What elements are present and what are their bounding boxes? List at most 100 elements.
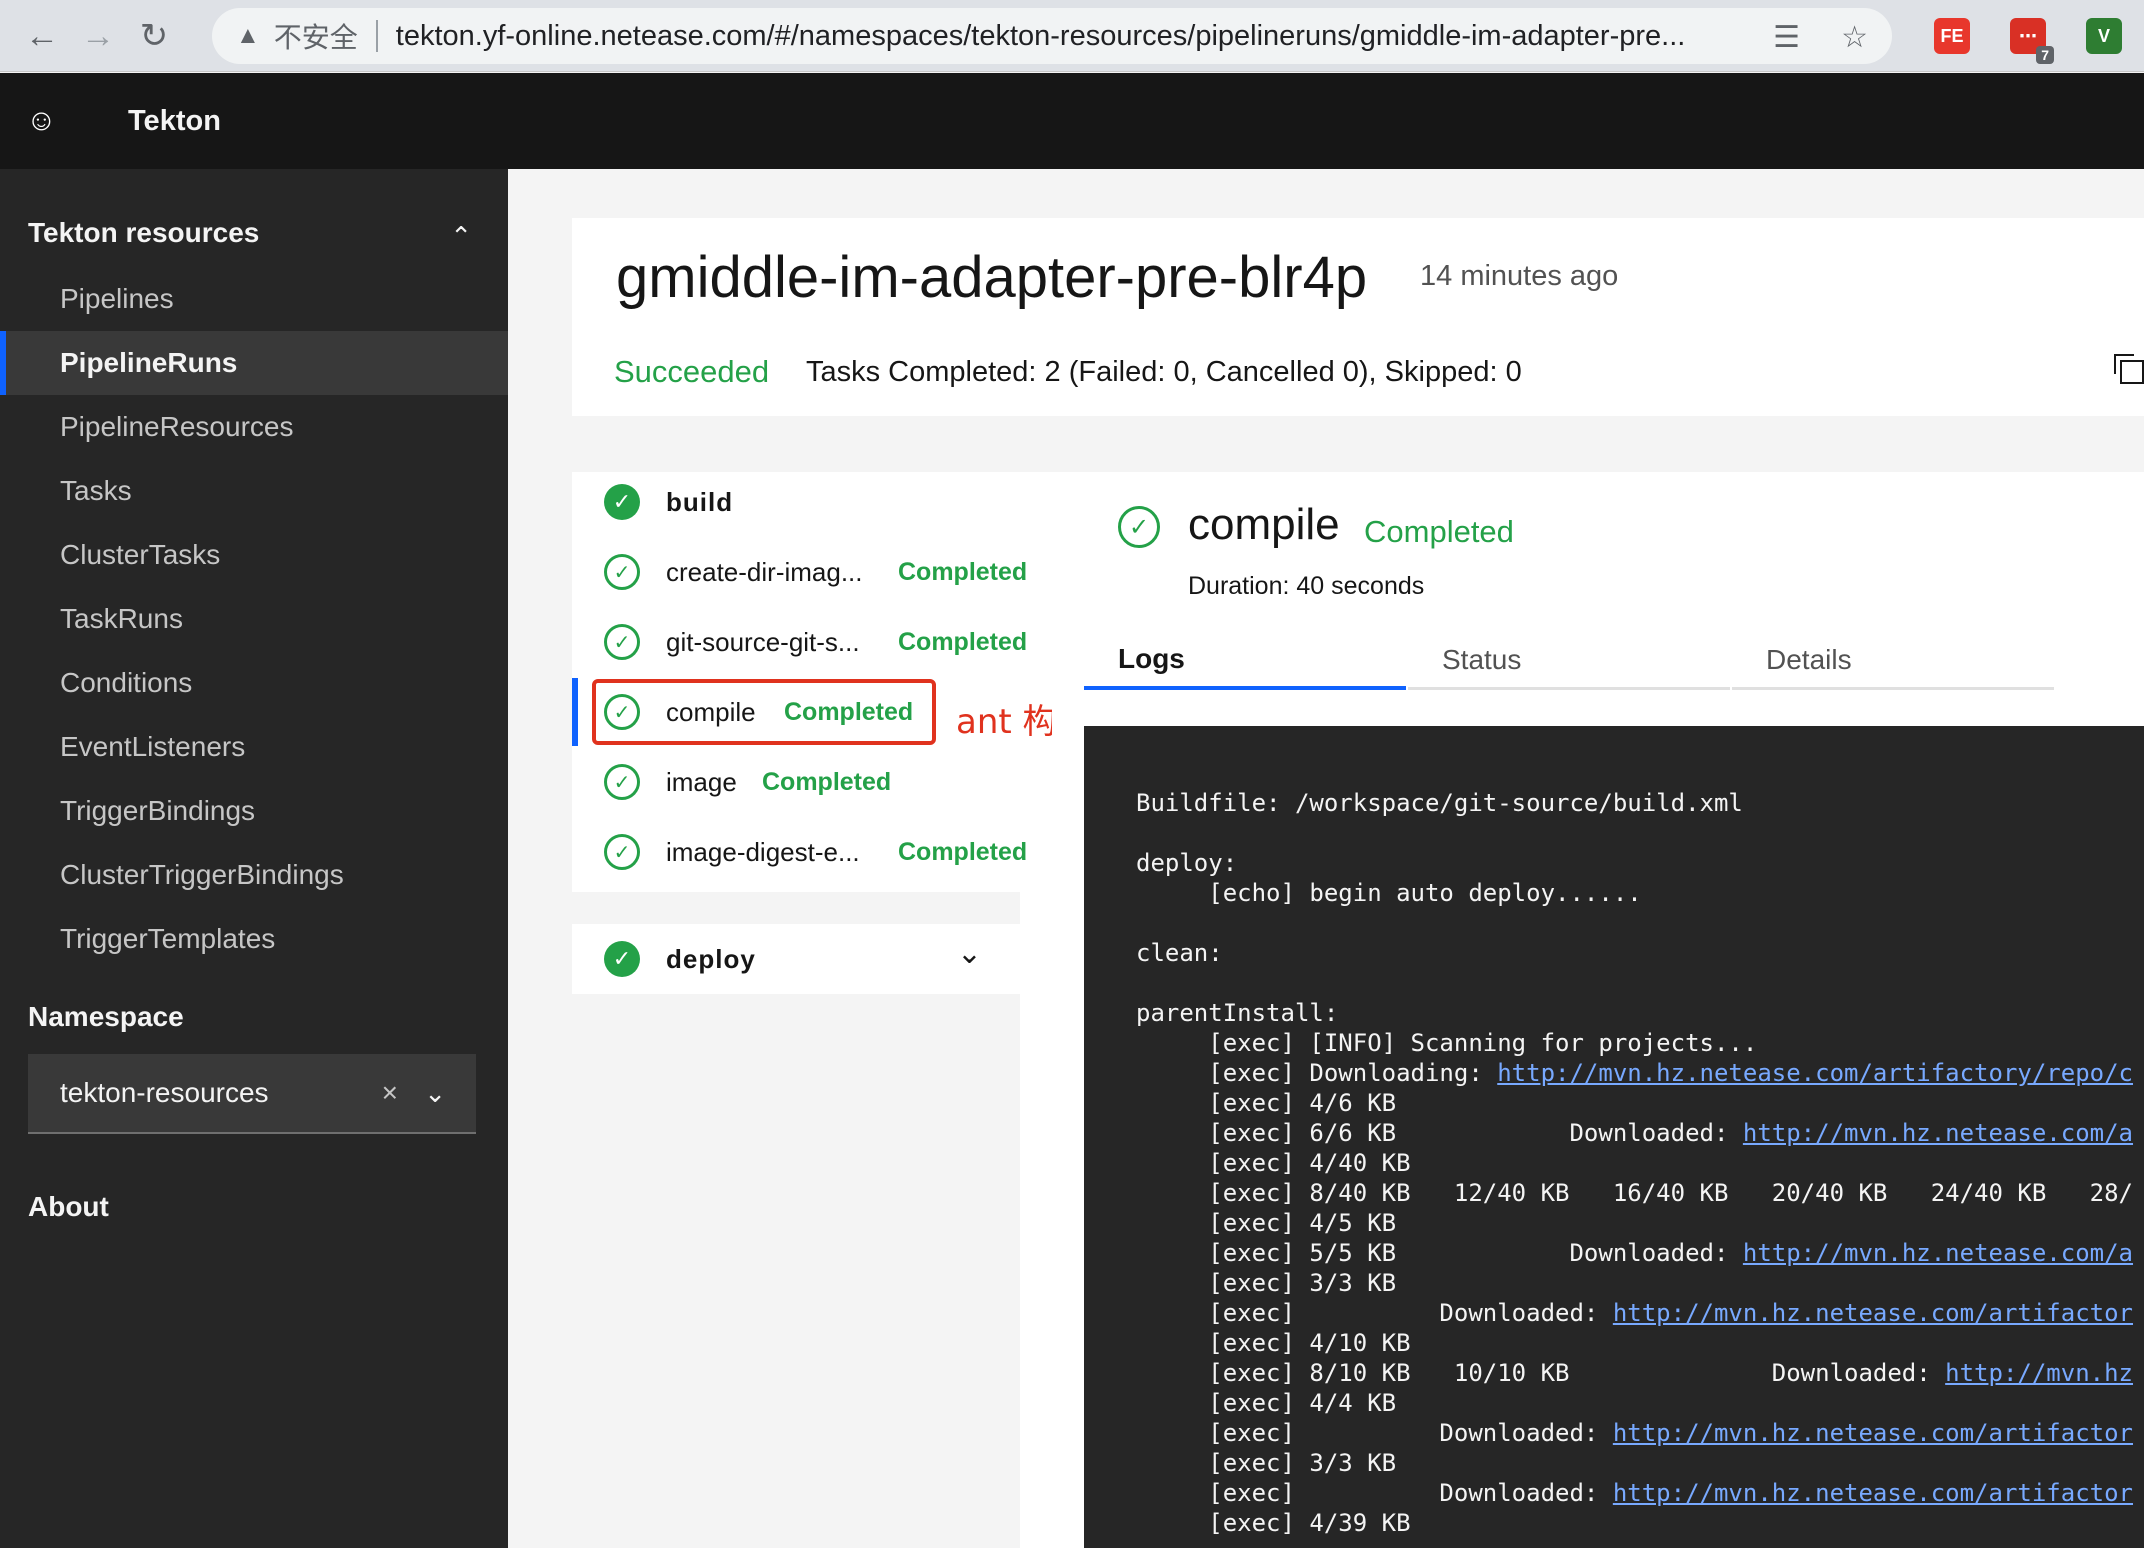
sidebar-item-pipelineresources[interactable]: PipelineResources [0, 395, 508, 459]
address-bar[interactable]: ▲ 不安全 tekton.yf-online.netease.com/#/nam… [212, 8, 1892, 64]
copy-icon[interactable] [2112, 352, 2144, 384]
step-name[interactable]: create-dir-imag... [666, 557, 863, 588]
chevron-up-icon[interactable]: ⌃ [450, 221, 472, 252]
check-circle-icon: ✓ [604, 554, 640, 590]
url-text[interactable]: tekton.yf-online.netease.com/#/namespace… [396, 20, 1736, 53]
step-name[interactable]: image-digest-e... [666, 837, 860, 868]
step-row[interactable]: ✓ image-digest-e... Completed [572, 822, 1052, 882]
app-title[interactable]: Tekton [128, 105, 221, 138]
tab-status[interactable]: Status [1408, 632, 1730, 690]
clear-icon[interactable]: × [382, 1077, 398, 1109]
log-viewer[interactable]: Buildfile: /workspace/git-source/build.x… [1084, 726, 2144, 1548]
sidebar-item-clustertasks[interactable]: ClusterTasks [0, 523, 508, 587]
log-line: [exec] 5/5 KB Downloaded: http://mvn.hz.… [1136, 1239, 2134, 1267]
check-circle-icon: ✓ [604, 484, 640, 520]
v-extension-icon[interactable]: V [2086, 18, 2122, 54]
sidebar-item-tasks[interactable]: Tasks [0, 459, 508, 523]
browser-toolbar: ← → ↻ ▲ 不安全 tekton.yf-online.netease.com… [0, 0, 2144, 72]
step-name[interactable]: compile [666, 697, 756, 728]
log-link[interactable]: http://mvn.hz.netease.com/a [1743, 1119, 2133, 1147]
step-status: Completed [1364, 514, 1514, 549]
reload-icon[interactable]: ↻ [132, 14, 176, 58]
task-build[interactable]: ✓ build [572, 472, 1052, 532]
log-line: [exec] 8/40 KB 12/40 KB 16/40 KB 20/40 K… [1136, 1179, 2133, 1207]
sidebar-item-triggerbindings[interactable]: TriggerBindings [0, 779, 508, 843]
log-line: Buildfile: /workspace/git-source/build.x… [1136, 789, 1743, 817]
star-icon[interactable]: ☆ [1841, 20, 1868, 55]
forward-icon[interactable]: → [76, 14, 120, 58]
log-link[interactable]: http://mvn.hz [1945, 1359, 2133, 1387]
step-status: Completed [898, 557, 1028, 586]
log-link[interactable]: http://mvn.hz.netease.com/artifactor [1613, 1419, 2133, 1447]
step-status: Completed [898, 627, 1028, 656]
check-circle-icon: ✓ [604, 694, 640, 730]
back-icon[interactable]: ← [20, 14, 64, 58]
log-line: [exec] [INFO] Scanning for projects... [1136, 1029, 1758, 1057]
fe-extension-label: FE [1940, 25, 1964, 46]
sidebar-item-clustertriggerbindings[interactable]: ClusterTriggerBindings [0, 843, 508, 907]
pipelinerun-header: gmiddle-im-adapter-pre-blr4p 14 minutes … [572, 218, 2144, 416]
divider [375, 20, 378, 52]
sidebar-item-pipelines[interactable]: Pipelines [0, 267, 508, 331]
namespace-title: Namespace [28, 1001, 184, 1032]
fe-extension-icon[interactable]: FE [1934, 18, 1970, 54]
log-line: [exec] 4/40 KB [1136, 1149, 1411, 1177]
task-deploy-row[interactable]: ✓ deploy [572, 929, 1020, 989]
log-line: [exec] 6/6 KB Downloaded: http://mvn.hz.… [1136, 1119, 2134, 1147]
log-link[interactable]: http://mvn.hz.netease.com/a [1743, 1239, 2133, 1267]
log-line: [exec] 3/3 KB [1136, 1269, 1397, 1297]
task-name[interactable]: deploy [666, 944, 756, 975]
log-line: deploy: [1136, 849, 1238, 877]
step-name[interactable]: git-source-git-s... [666, 627, 860, 658]
step-name[interactable]: image [666, 767, 737, 798]
warning-icon[interactable]: ▲ [236, 22, 260, 50]
sidebar-item-pipelineruns[interactable]: PipelineRuns [0, 331, 508, 395]
log-line: [echo] begin auto deploy...... [1136, 879, 1642, 907]
step-row[interactable]: ✓ create-dir-imag... Completed [572, 542, 1052, 602]
log-link[interactable]: http://mvn.hz.netease.com/artifactor [1613, 1299, 2133, 1327]
namespace-value[interactable]: tekton-resources [60, 1077, 269, 1109]
log-line: [exec] Downloaded: http://mvn.hz.netease… [1136, 1299, 2133, 1327]
run-summary: Tasks Completed: 2 (Failed: 0, Cancelled… [806, 356, 1522, 388]
insecure-label[interactable]: 不安全 [274, 16, 358, 56]
tekton-logo-icon[interactable]: ☺ [26, 104, 60, 138]
step-duration: Duration: 40 seconds [1188, 572, 1425, 600]
tab-logs[interactable]: Logs [1084, 632, 1406, 690]
log-link[interactable]: http://mvn.hz.netease.com/artifactory/re… [1497, 1059, 2133, 1087]
log-line: clean: [1136, 939, 1223, 967]
v-extension-label: V [2097, 25, 2110, 46]
sidebar-item-eventlisteners[interactable]: EventListeners [0, 715, 508, 779]
step-status: Completed [762, 767, 892, 796]
translate-icon[interactable]: ☰ [1773, 20, 1800, 55]
step-row[interactable]: ✓ image Completed [572, 752, 1052, 812]
chevron-down-icon[interactable]: ⌄ [424, 1078, 446, 1109]
check-circle-icon: ✓ [604, 624, 640, 660]
sidebar-item-taskruns[interactable]: TaskRuns [0, 587, 508, 651]
step-status: Completed [898, 837, 1028, 866]
extension-badge: 7 [2036, 46, 2054, 64]
chevron-down-icon[interactable]: ⌄ [957, 936, 982, 971]
sidebar-item-triggertemplates[interactable]: TriggerTemplates [0, 907, 508, 971]
run-age: 14 minutes ago [1420, 260, 1619, 292]
log-line: [exec] Downloading: http://mvn.hz.neteas… [1136, 1059, 2133, 1087]
task-name[interactable]: build [666, 487, 733, 518]
log-line: [exec] 4/39 KB [1136, 1509, 1411, 1537]
step-row[interactable]: ✓ git-source-git-s... Completed [572, 612, 1052, 672]
task-tree-filler [1020, 892, 1052, 1548]
log-line: [exec] 4/10 KB [1136, 1329, 1411, 1357]
namespace-select[interactable]: tekton-resources × ⌄ [28, 1054, 476, 1134]
task-deploy[interactable]: ✓ deploy ⌄ [572, 924, 1020, 994]
tab-details[interactable]: Details [1732, 632, 2054, 690]
log-line: [exec] Downloaded: http://mvn.hz.netease… [1136, 1419, 2133, 1447]
check-circle-icon: ✓ [604, 941, 640, 977]
sidebar-item-conditions[interactable]: Conditions [0, 651, 508, 715]
chat-extension-icon[interactable]: ⋯ 7 [2010, 18, 2054, 64]
log-link[interactable]: http://mvn.hz.netease.com/artifactor [1613, 1479, 2133, 1507]
log-line: [exec] 4/5 KB [1136, 1209, 1397, 1237]
sidebar-item-about[interactable]: About [28, 1191, 109, 1223]
sidebar-section-title[interactable]: Tekton resources [28, 217, 259, 249]
step-status: Completed [784, 697, 914, 726]
